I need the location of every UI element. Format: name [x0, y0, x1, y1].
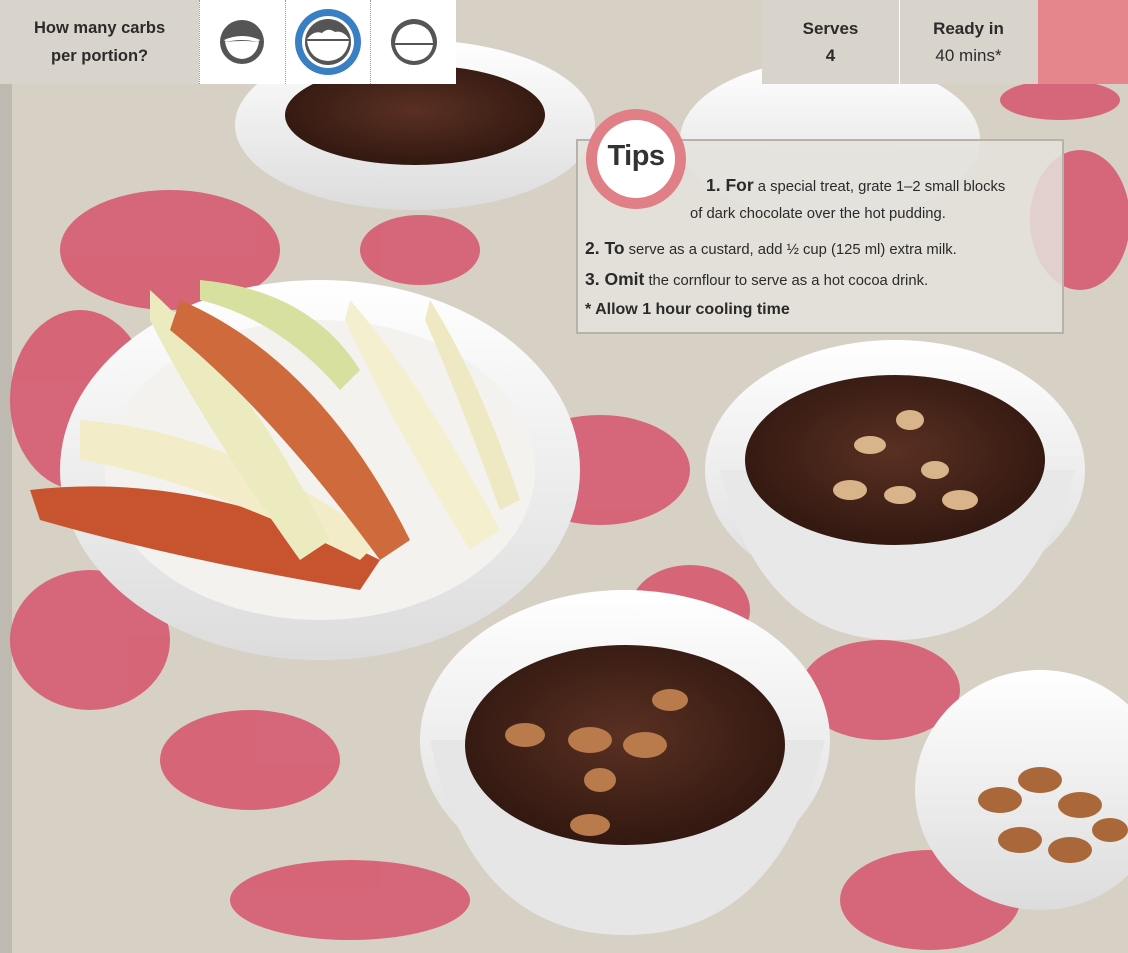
- ready-column: Ready in 40 mins*: [899, 0, 1037, 84]
- tip-2-lead: 2. To: [585, 238, 625, 258]
- cooling-time-note: * Allow 1 hour cooling time: [585, 301, 790, 318]
- tips-badge-inner: Tips: [597, 120, 675, 198]
- carbs-selector: How many carbs per portion?: [0, 0, 456, 84]
- carb-option-low[interactable]: [199, 0, 285, 84]
- carb-option-medium[interactable]: [284, 0, 371, 84]
- recipe-info: Serves 4 Ready in 40 mins*: [762, 0, 1038, 84]
- ready-label: Ready in: [933, 19, 1004, 38]
- tip-2-text: serve as a custard, add ½ cup (125 ml) e…: [624, 242, 957, 258]
- tip-3-lead: 3. Omit: [585, 269, 645, 289]
- tip-2: 2. To serve as a custard, add ½ cup (125…: [585, 238, 957, 259]
- tips-badge: Tips: [586, 109, 686, 209]
- carbs-label: How many carbs per portion?: [0, 0, 199, 84]
- carb-option-high[interactable]: [370, 0, 456, 84]
- carbs-label-line1: How many carbs: [33, 19, 166, 37]
- ready-value: 40 mins*: [935, 46, 1002, 65]
- low-carb-bowl-icon: [220, 20, 265, 64]
- tip-1-text: a special treat, grate 1–2 small blocks: [753, 179, 1006, 195]
- tips-badge-label: Tips: [607, 139, 665, 172]
- tip-3: 3. Omit the cornflour to serve as a hot …: [585, 269, 928, 290]
- serves-column: Serves 4: [762, 0, 899, 84]
- accent-block: [1038, 0, 1128, 84]
- tip-1: 1. For a special treat, grate 1–2 small …: [706, 175, 1005, 196]
- high-carb-bowl-icon: [390, 19, 437, 65]
- serves-label: Serves: [802, 19, 859, 38]
- carbs-label-line2: per portion?: [50, 47, 149, 65]
- serves-value: 4: [825, 46, 836, 65]
- tip-1-continued: of dark chocolate over the hot pudding.: [690, 206, 946, 222]
- tip-3-text: the cornflour to serve as a hot cocoa dr…: [644, 273, 929, 289]
- medium-carb-bowl-icon: [295, 9, 362, 75]
- tip-1-lead: 1. For: [706, 175, 754, 195]
